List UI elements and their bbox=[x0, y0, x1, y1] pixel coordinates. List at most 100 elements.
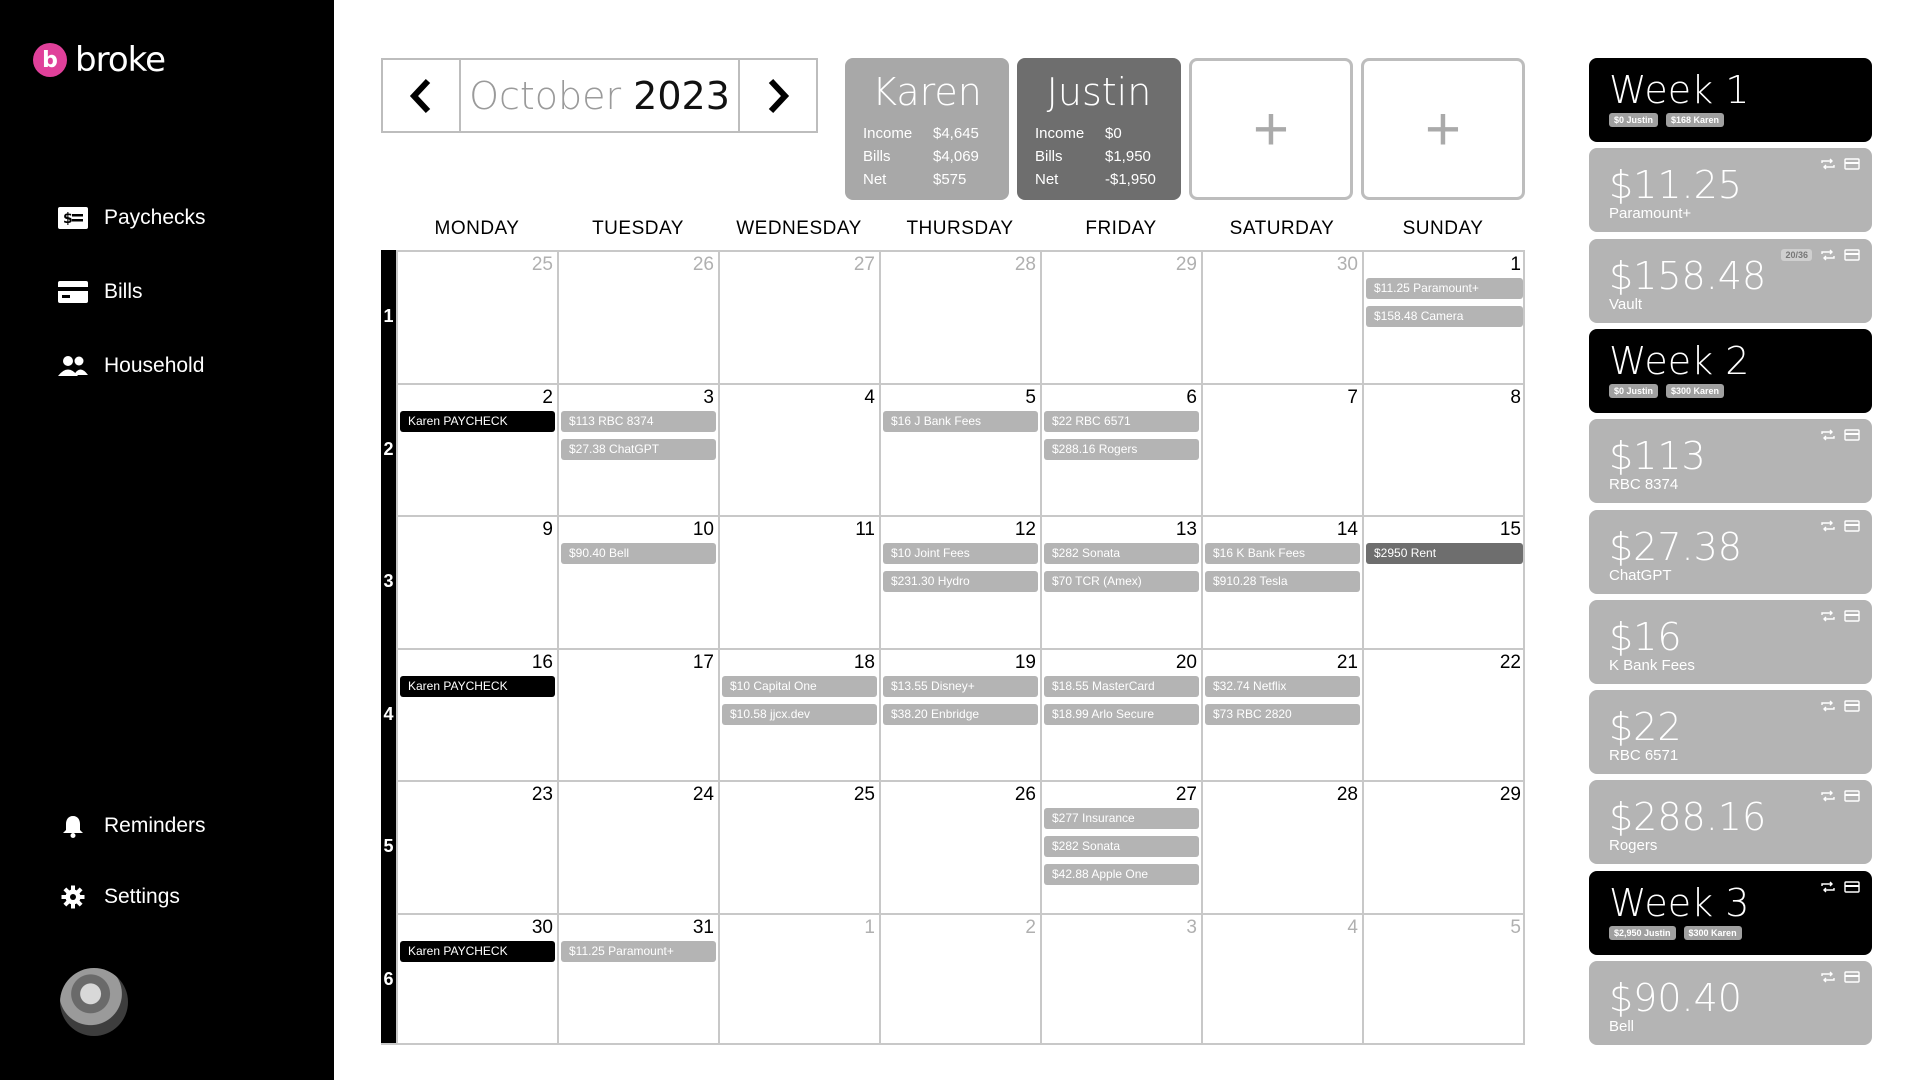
calendar-day-cell[interactable]: 30 bbox=[1201, 250, 1362, 383]
bill-event[interactable]: $27.38 ChatGPT bbox=[561, 438, 716, 460]
nav-settings[interactable]: Settings bbox=[58, 885, 180, 909]
bill-event[interactable]: $10 Capital One bbox=[722, 675, 877, 697]
nav-household[interactable]: Household bbox=[58, 354, 204, 378]
calendar-day-cell[interactable]: 8 bbox=[1362, 382, 1525, 515]
calendar-day-cell[interactable]: 3 $113 RBC 8374 $27.38 ChatGPT bbox=[557, 382, 718, 515]
calendar-day-cell[interactable]: 28 bbox=[1201, 780, 1362, 913]
nav-reminders[interactable]: Reminders bbox=[58, 814, 206, 838]
calendar-day-cell[interactable]: 9 bbox=[396, 515, 557, 648]
credit-card-icon[interactable] bbox=[1844, 519, 1860, 532]
calendar-day-cell[interactable]: 16 Karen PAYCHECK bbox=[396, 647, 557, 780]
calendar-day-cell[interactable]: 25 bbox=[718, 780, 879, 913]
brand-logo[interactable]: b broke bbox=[33, 40, 166, 80]
bill-event[interactable]: $18.55 MasterCard bbox=[1044, 675, 1199, 697]
bill-event[interactable]: $158.48 Camera bbox=[1366, 306, 1523, 327]
nav-bills[interactable]: Bills bbox=[58, 280, 143, 304]
calendar-day-cell[interactable]: 26 bbox=[557, 250, 718, 383]
calendar-day-cell[interactable]: 7 bbox=[1201, 382, 1362, 515]
bill-event[interactable]: $10.58 jjcx.dev bbox=[722, 703, 877, 725]
bill-event[interactable]: $90.40 Bell bbox=[561, 543, 716, 564]
credit-card-icon[interactable] bbox=[1844, 880, 1860, 893]
bill-event[interactable]: $16 J Bank Fees bbox=[883, 410, 1038, 432]
bill-event[interactable]: $22 RBC 6571 bbox=[1044, 410, 1199, 432]
credit-card-icon[interactable] bbox=[1844, 790, 1860, 803]
repeat-icon[interactable] bbox=[1820, 700, 1836, 712]
calendar-day-cell[interactable]: 4 bbox=[1201, 912, 1362, 1045]
bill-event[interactable]: $11.25 Paramount+ bbox=[561, 940, 716, 962]
next-month-button[interactable] bbox=[740, 60, 816, 131]
calendar-day-cell[interactable]: 1 bbox=[718, 912, 879, 1045]
bill-event[interactable]: $73 RBC 2820 bbox=[1205, 703, 1360, 725]
paycheck-event[interactable]: Karen PAYCHECK bbox=[400, 410, 555, 432]
calendar-day-cell[interactable]: 13 $282 Sonata $70 TCR (Amex) bbox=[1040, 515, 1201, 648]
calendar-day-cell[interactable]: 29 bbox=[1040, 250, 1201, 383]
person-card-justin[interactable]: Justin Income $0 Bills $1,950 Net -$1,950 bbox=[1017, 58, 1181, 200]
bill-card[interactable]: $158.48 Vault 20/36 bbox=[1589, 238, 1872, 323]
calendar-day-cell[interactable]: 10 $90.40 Bell bbox=[557, 515, 718, 648]
bill-event[interactable]: $282 Sonata bbox=[1044, 543, 1199, 564]
calendar-day-cell[interactable]: 25 bbox=[396, 250, 557, 383]
bill-event[interactable]: $2950 Rent bbox=[1366, 543, 1523, 564]
repeat-icon[interactable] bbox=[1820, 790, 1836, 802]
bill-event[interactable]: $42.88 Apple One bbox=[1044, 864, 1199, 885]
calendar-day-cell[interactable]: 4 bbox=[718, 382, 879, 515]
repeat-icon[interactable] bbox=[1820, 520, 1836, 532]
bill-card[interactable]: $90.40 Bell bbox=[1589, 961, 1872, 1045]
week-summary-card[interactable]: Week 1 $0 Justin $168 Karen bbox=[1589, 58, 1872, 142]
credit-card-icon[interactable] bbox=[1844, 158, 1860, 170]
calendar-day-cell[interactable]: 29 bbox=[1362, 780, 1525, 913]
repeat-icon[interactable] bbox=[1820, 881, 1836, 893]
calendar-day-cell[interactable]: 17 bbox=[557, 647, 718, 780]
bill-event[interactable]: $288.16 Rogers bbox=[1044, 438, 1199, 460]
bill-event[interactable]: $10 Joint Fees bbox=[883, 543, 1038, 564]
week-summary-card[interactable]: Week 2 $0 Justin $300 Karen bbox=[1589, 328, 1872, 413]
bill-card[interactable]: $27.38 ChatGPT bbox=[1589, 509, 1872, 594]
bill-event[interactable]: $11.25 Paramount+ bbox=[1366, 278, 1523, 299]
calendar-day-cell[interactable]: 11 bbox=[718, 515, 879, 648]
calendar-day-cell[interactable]: 14 $16 K Bank Fees $910.28 Tesla bbox=[1201, 515, 1362, 648]
calendar-day-cell[interactable]: 30 Karen PAYCHECK bbox=[396, 912, 557, 1045]
bill-event[interactable]: $277 Insurance bbox=[1044, 808, 1199, 829]
avatar[interactable] bbox=[60, 968, 128, 1036]
nav-paychecks[interactable]: $ Paychecks bbox=[58, 206, 206, 230]
bill-event[interactable]: $16 K Bank Fees bbox=[1205, 543, 1360, 564]
bill-card[interactable]: $16 K Bank Fees bbox=[1589, 599, 1872, 684]
repeat-icon[interactable] bbox=[1820, 971, 1836, 983]
bill-card[interactable]: $22 RBC 6571 bbox=[1589, 690, 1872, 775]
bill-card[interactable]: $288.16 Rogers bbox=[1589, 780, 1872, 865]
calendar-day-cell[interactable]: 1 $11.25 Paramount+ $158.48 Camera bbox=[1362, 250, 1525, 383]
bill-event[interactable]: $70 TCR (Amex) bbox=[1044, 571, 1199, 592]
calendar-day-cell[interactable]: 27 bbox=[718, 250, 879, 383]
calendar-day-cell[interactable]: 12 $10 Joint Fees $231.30 Hydro bbox=[879, 515, 1040, 648]
credit-card-icon[interactable] bbox=[1844, 971, 1860, 983]
bill-event[interactable]: $32.74 Netflix bbox=[1205, 675, 1360, 697]
credit-card-icon[interactable] bbox=[1844, 429, 1860, 441]
paycheck-event[interactable]: Karen PAYCHECK bbox=[400, 675, 555, 697]
bill-event[interactable]: $13.55 Disney+ bbox=[883, 675, 1038, 697]
bill-event[interactable]: $231.30 Hydro bbox=[883, 571, 1038, 592]
calendar-day-cell[interactable]: 28 bbox=[879, 250, 1040, 383]
repeat-icon[interactable] bbox=[1820, 158, 1836, 170]
calendar-day-cell[interactable]: 31 $11.25 Paramount+ bbox=[557, 912, 718, 1045]
bill-card[interactable]: $113 RBC 8374 bbox=[1589, 419, 1872, 504]
calendar-day-cell[interactable]: 5 $16 J Bank Fees bbox=[879, 382, 1040, 515]
person-card-karen[interactable]: Karen Income $4,645 Bills $4,069 Net $575 bbox=[845, 58, 1009, 200]
calendar-day-cell[interactable]: 6 $22 RBC 6571 $288.16 Rogers bbox=[1040, 382, 1201, 515]
previous-month-button[interactable] bbox=[383, 60, 459, 131]
calendar-day-cell[interactable]: 5 bbox=[1362, 912, 1525, 1045]
repeat-icon[interactable] bbox=[1820, 429, 1836, 441]
repeat-icon[interactable] bbox=[1820, 610, 1836, 622]
calendar-day-cell[interactable]: 20 $18.55 MasterCard $18.99 Arlo Secure bbox=[1040, 647, 1201, 780]
calendar-day-cell[interactable]: 2 Karen PAYCHECK bbox=[396, 382, 557, 515]
calendar-day-cell[interactable]: 21 $32.74 Netflix $73 RBC 2820 bbox=[1201, 647, 1362, 780]
add-person-button[interactable]: + bbox=[1189, 58, 1353, 200]
repeat-icon[interactable] bbox=[1820, 249, 1836, 261]
calendar-day-cell[interactable]: 15 $2950 Rent bbox=[1362, 515, 1525, 648]
credit-card-icon[interactable] bbox=[1844, 610, 1860, 622]
calendar-day-cell[interactable]: 18 $10 Capital One $10.58 jjcx.dev bbox=[718, 647, 879, 780]
calendar-day-cell[interactable]: 27 $277 Insurance $282 Sonata $42.88 Apple … bbox=[1040, 780, 1201, 913]
credit-card-icon[interactable] bbox=[1844, 700, 1860, 712]
bill-event[interactable]: $113 RBC 8374 bbox=[561, 410, 716, 432]
credit-card-icon[interactable] bbox=[1844, 248, 1860, 261]
bill-event[interactable]: $910.28 Tesla bbox=[1205, 571, 1360, 592]
